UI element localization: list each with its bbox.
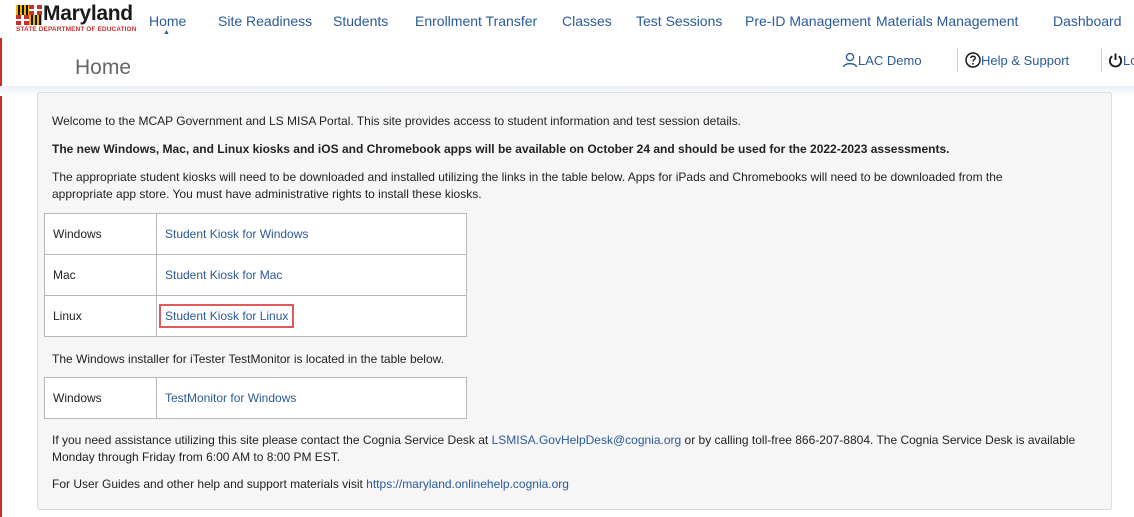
announcement-text: The new Windows, Mac, and Linux kiosks a… — [52, 142, 950, 156]
nav-materials-management[interactable]: Materials Management — [876, 13, 1018, 29]
os-cell: Windows — [44, 213, 157, 255]
student-kiosk-linux-link[interactable]: Student Kiosk for Linux — [165, 309, 288, 323]
page-title: Home — [75, 56, 132, 79]
os-cell: Linux — [44, 295, 157, 337]
help-label: Help & Support — [981, 53, 1070, 68]
assist-text-b: or by calling toll-free 866-207-8804. Th… — [684, 433, 1076, 447]
testmonitor-windows-link[interactable]: TestMonitor for Windows — [165, 391, 296, 405]
monitor-table: Windows TestMonitor for Windows — [44, 377, 467, 419]
nav-site-readiness[interactable]: Site Readiness — [218, 13, 312, 29]
maryland-flag-logo-icon — [16, 5, 42, 25]
assist-line-2: Monday through Friday from 6:00 AM to 8:… — [52, 450, 341, 464]
logout-label: Logou — [1123, 53, 1134, 68]
divider — [1101, 48, 1102, 72]
help-link[interactable]: Help & Support — [965, 52, 1069, 68]
link-cell: Student Kiosk for Mac — [156, 254, 467, 296]
helpdesk-email-link[interactable]: LSMISA.GovHelpDesk@cognia.org — [492, 433, 682, 447]
guides-text: For User Guides and other help and suppo… — [52, 477, 363, 491]
nav-students[interactable]: Students — [333, 13, 388, 29]
student-kiosk-windows-link[interactable]: Student Kiosk for Windows — [165, 227, 308, 241]
link-cell: TestMonitor for Windows — [156, 377, 467, 419]
divider — [957, 48, 958, 72]
logout-link[interactable]: Logou — [1108, 52, 1134, 68]
kiosk-intro-line-1: The appropriate student kiosks will need… — [52, 170, 1003, 184]
table-row: Windows TestMonitor for Windows — [44, 377, 467, 419]
student-kiosk-mac-link[interactable]: Student Kiosk for Mac — [165, 268, 282, 282]
guides-line: For User Guides and other help and suppo… — [52, 476, 569, 493]
nav-home[interactable]: Home — [149, 13, 186, 29]
assist-text-a: If you need assistance utilizing this si… — [52, 433, 489, 447]
assist-line-1: If you need assistance utilizing this si… — [52, 432, 1075, 449]
os-cell: Mac — [44, 254, 157, 296]
link-cell: Student Kiosk for Linux — [156, 295, 467, 337]
highlight-box: Student Kiosk for Linux — [159, 304, 295, 328]
user-menu[interactable]: LAC Demo — [842, 52, 922, 68]
power-icon — [1108, 53, 1123, 68]
os-cell: Windows — [44, 377, 157, 419]
table-row: Mac Student Kiosk for Mac — [44, 254, 467, 296]
welcome-text: Welcome to the MCAP Government and LS MI… — [52, 114, 742, 128]
nav-test-sessions[interactable]: Test Sessions — [636, 13, 722, 29]
table-row: Linux Student Kiosk for Linux — [44, 295, 467, 337]
kiosk-intro-line-2: appropriate app store. You must have adm… — [52, 187, 482, 201]
monitor-intro-text: The Windows installer for iTester TestMo… — [52, 352, 444, 366]
left-accent-line — [0, 0, 2, 517]
top-nav-bar: Maryland STATE DEPARTMENT OF EDUCATION H… — [0, 0, 1134, 38]
nav-dashboard[interactable]: Dashboard — [1053, 13, 1122, 29]
nav-classes[interactable]: Classes — [562, 13, 612, 29]
maryland-logo[interactable]: Maryland STATE DEPARTMENT OF EDUCATION — [16, 2, 137, 34]
table-row: Windows Student Kiosk for Windows — [44, 213, 467, 255]
online-help-link[interactable]: https://maryland.onlinehelp.cognia.org — [366, 477, 569, 491]
nav-enrollment-transfer[interactable]: Enrollment Transfer — [415, 13, 537, 29]
help-icon — [965, 52, 981, 68]
link-cell: Student Kiosk for Windows — [156, 213, 467, 255]
kiosk-table: Windows Student Kiosk for Windows Mac St… — [44, 213, 467, 337]
user-icon — [842, 52, 858, 68]
logo-name: Maryland — [43, 2, 133, 25]
logo-subtitle: STATE DEPARTMENT OF EDUCATION — [16, 26, 137, 33]
user-name: LAC Demo — [858, 53, 922, 68]
active-caret-icon: ▲ — [163, 29, 170, 36]
nav-pre-id-management[interactable]: Pre-ID Management — [745, 13, 871, 29]
